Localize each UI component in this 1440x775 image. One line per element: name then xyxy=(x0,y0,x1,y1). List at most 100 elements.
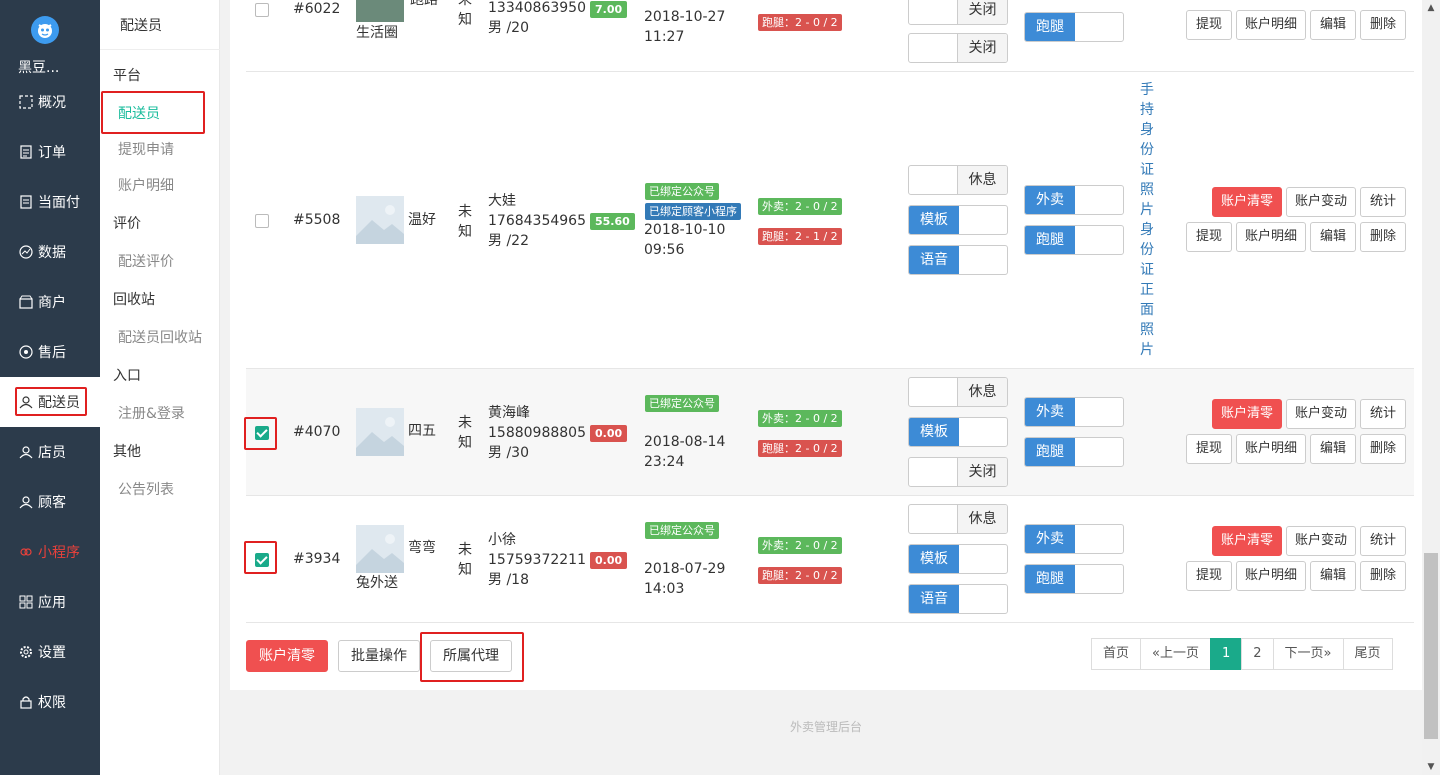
account-detail-button[interactable]: 账户明细 xyxy=(1236,434,1306,464)
nav-data[interactable]: 数据 xyxy=(0,227,100,277)
waimai-stat-badge: 外卖：2 - 0 / 2 xyxy=(758,410,842,427)
toggle-rest[interactable]: 休息 xyxy=(908,504,1008,534)
account-detail-button[interactable]: 账户明细 xyxy=(1236,10,1306,40)
page-2[interactable]: 2 xyxy=(1241,638,1274,670)
toggle-template[interactable]: 模板 xyxy=(908,544,1008,574)
toggle-paotui[interactable]: 跑腿 xyxy=(1024,225,1124,255)
footer-text: 外卖管理后台 xyxy=(789,720,862,734)
toggle-close[interactable]: 关闭 xyxy=(908,457,1008,487)
toggle-waimai[interactable]: 外卖 xyxy=(1024,397,1124,427)
submenu-link-register[interactable]: 注册&登录 xyxy=(118,403,185,423)
delete-button[interactable]: 删除 xyxy=(1360,434,1406,464)
toggle-label: 外卖 xyxy=(1025,398,1075,426)
app-logo-icon[interactable] xyxy=(31,16,59,44)
nav-clerk[interactable]: 店员 xyxy=(0,427,100,477)
toggle-paotui[interactable]: 跑腿 xyxy=(1024,437,1124,467)
toggle-waimai[interactable]: 外卖 xyxy=(1024,185,1124,215)
avatar xyxy=(356,0,404,22)
id-photo-link[interactable]: 手持身份证照片身份证正面照片 xyxy=(1139,80,1155,360)
account-clear-button[interactable]: 账户清零 xyxy=(1212,187,1282,217)
nav-merchant[interactable]: 商户 xyxy=(0,277,100,327)
account-change-button[interactable]: 账户变动 xyxy=(1286,399,1356,429)
toggle-close[interactable]: 关闭 xyxy=(908,33,1008,63)
nav-face-pay[interactable]: 当面付 xyxy=(0,177,100,227)
stats-button[interactable]: 统计 xyxy=(1360,526,1406,556)
row-checkbox[interactable] xyxy=(255,214,269,228)
row-checkbox[interactable] xyxy=(255,426,269,440)
page-scrollbar[interactable]: ▲ ▼ xyxy=(1422,0,1440,775)
toggle-voice[interactable]: 语音 xyxy=(908,584,1008,614)
courier-nickname: 温好 xyxy=(408,212,436,228)
edit-button[interactable]: 编辑 xyxy=(1310,434,1356,464)
submenu-link-account[interactable]: 账户明细 xyxy=(118,175,174,195)
toggle-close[interactable]: 关闭 xyxy=(908,0,1008,25)
withdraw-button[interactable]: 提现 xyxy=(1186,561,1232,591)
nav-apps[interactable]: 应用 xyxy=(0,577,100,627)
edit-button[interactable]: 编辑 xyxy=(1310,10,1356,40)
nav-label: 售后 xyxy=(38,345,66,361)
agent-button[interactable]: 所属代理 xyxy=(430,640,512,672)
submenu-link-review[interactable]: 配送评价 xyxy=(118,251,174,271)
toggle-voice[interactable]: 语音 xyxy=(908,245,1008,275)
join-date: 2018-10-10 xyxy=(644,222,726,238)
batch-operation-button[interactable]: 批量操作 xyxy=(338,640,420,672)
row-checkbox[interactable] xyxy=(255,553,269,567)
toggle-rest[interactable]: 休息 xyxy=(908,165,1008,195)
toggle-paotui[interactable]: 跑腿 xyxy=(1024,12,1124,42)
nav-aftersale[interactable]: 售后 xyxy=(0,327,100,377)
courier-sex-age: 男 /22 xyxy=(488,233,529,249)
stats-button[interactable]: 统计 xyxy=(1360,187,1406,217)
page-first[interactable]: 首页 xyxy=(1091,638,1142,670)
account-clear-button[interactable]: 账户清零 xyxy=(1212,526,1282,556)
nav-customer[interactable]: 顾客 xyxy=(0,477,100,527)
scroll-up-icon[interactable]: ▲ xyxy=(1422,0,1440,16)
bind-official-badge: 已绑定公众号 xyxy=(645,395,719,412)
submenu-link-recycle[interactable]: 配送员回收站 xyxy=(118,327,202,347)
withdraw-button[interactable]: 提现 xyxy=(1186,10,1232,40)
edit-button[interactable]: 编辑 xyxy=(1310,222,1356,252)
nav-label: 概况 xyxy=(38,95,66,111)
main-sidebar: 黑豆... 概况 订单 当面付 数据 商户 售后 配送员 店员 顾客 小程序 应… xyxy=(0,0,100,775)
submenu-link-courier[interactable]: 配送员 xyxy=(118,103,160,123)
nav-permission[interactable]: 权限 xyxy=(0,677,100,727)
nav-miniapp[interactable]: 小程序 xyxy=(0,527,100,577)
courier-sex-age: 男 /20 xyxy=(488,20,529,36)
account-change-button[interactable]: 账户变动 xyxy=(1286,526,1356,556)
user-icon xyxy=(18,394,34,410)
account-detail-button[interactable]: 账户明细 xyxy=(1236,561,1306,591)
courier-nickname: 四五 xyxy=(408,423,436,439)
scroll-thumb[interactable] xyxy=(1424,553,1438,739)
nav-orders[interactable]: 订单 xyxy=(0,127,100,177)
toggle-template[interactable]: 模板 xyxy=(908,205,1008,235)
account-detail-button[interactable]: 账户明细 xyxy=(1236,222,1306,252)
toggle-template[interactable]: 模板 xyxy=(908,417,1008,447)
stats-button[interactable]: 统计 xyxy=(1360,399,1406,429)
nav-label: 小程序 xyxy=(38,545,80,561)
toggle-rest[interactable]: 休息 xyxy=(908,377,1008,407)
delete-button[interactable]: 删除 xyxy=(1360,561,1406,591)
submenu-link-notice[interactable]: 公告列表 xyxy=(118,479,174,499)
account-clear-button[interactable]: 账户清零 xyxy=(1212,399,1282,429)
submenu-link-withdraw[interactable]: 提现申请 xyxy=(118,139,174,159)
withdraw-button[interactable]: 提现 xyxy=(1186,222,1232,252)
toggle-paotui[interactable]: 跑腿 xyxy=(1024,564,1124,594)
edit-button[interactable]: 编辑 xyxy=(1310,561,1356,591)
toggle-label: 外卖 xyxy=(1025,525,1075,553)
page-last[interactable]: 尾页 xyxy=(1342,638,1393,670)
page-1[interactable]: 1 xyxy=(1209,638,1243,670)
scroll-down-icon[interactable]: ▼ xyxy=(1422,759,1440,775)
bulk-clear-button[interactable]: 账户清零 xyxy=(246,640,328,672)
account-change-button[interactable]: 账户变动 xyxy=(1286,187,1356,217)
delete-button[interactable]: 删除 xyxy=(1360,10,1406,40)
nav-settings[interactable]: 设置 xyxy=(0,627,100,677)
withdraw-button[interactable]: 提现 xyxy=(1186,434,1232,464)
nav-courier[interactable]: 配送员 xyxy=(0,377,100,427)
page-next[interactable]: 下一页» xyxy=(1272,638,1344,670)
nav-overview[interactable]: 概况 xyxy=(0,77,100,127)
delete-button[interactable]: 删除 xyxy=(1360,222,1406,252)
page-prev[interactable]: «上一页 xyxy=(1140,638,1211,670)
row-checkbox[interactable] xyxy=(255,3,269,17)
toggle-waimai[interactable]: 外卖 xyxy=(1024,524,1124,554)
nav-label: 当面付 xyxy=(38,195,80,211)
balance-badge: 55.60 xyxy=(590,213,635,230)
